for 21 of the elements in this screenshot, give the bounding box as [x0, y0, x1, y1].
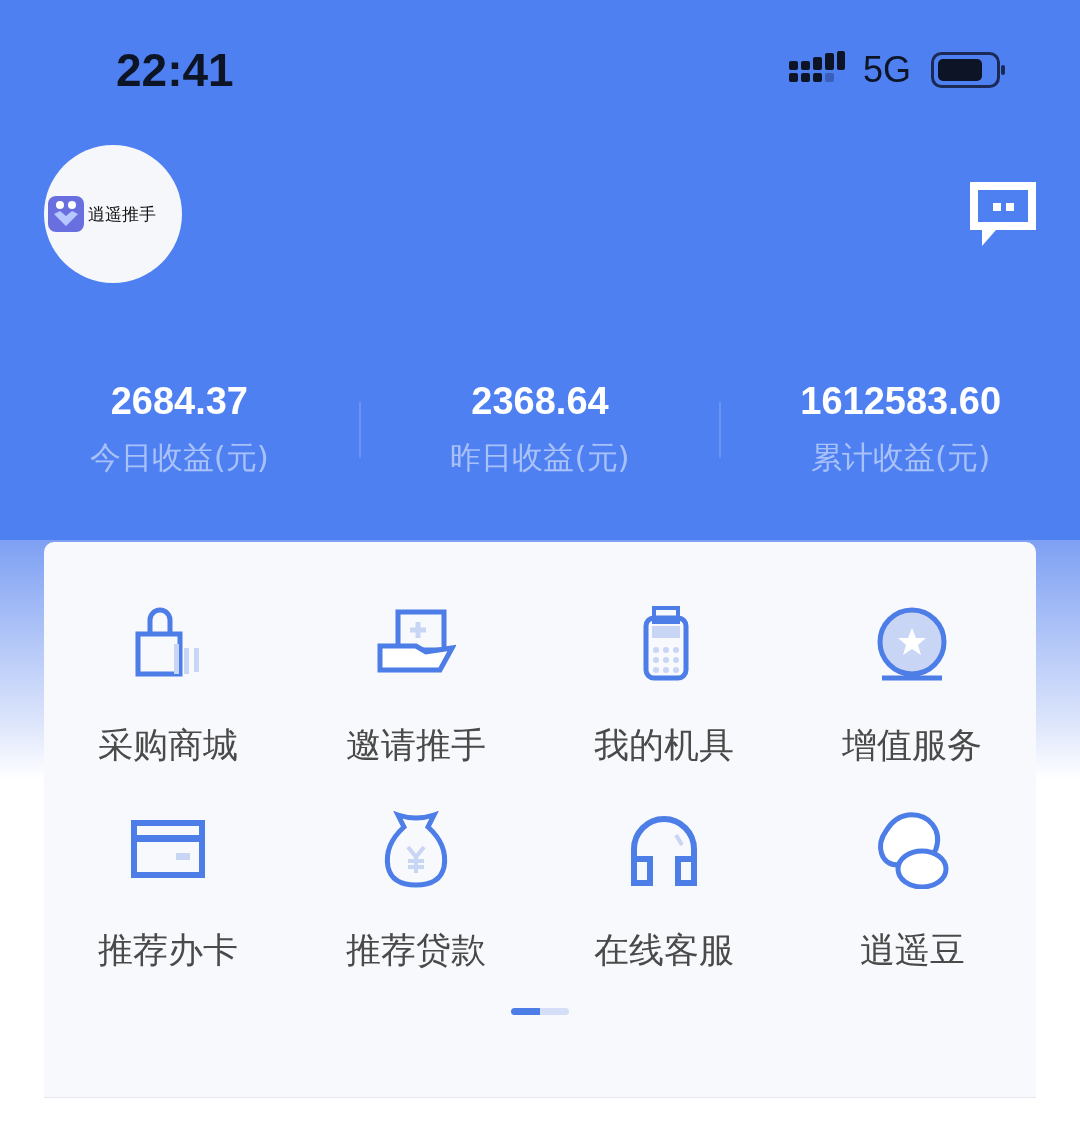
earnings-value: 1612583.60 [800, 380, 1002, 423]
earnings-label: 累计收益(元) [811, 438, 991, 477]
hearts-icon [48, 196, 84, 232]
message-icon[interactable] [968, 180, 1038, 248]
battery-icon [931, 52, 1005, 88]
earnings-value: 2684.37 [110, 380, 248, 423]
menu-item[interactable]: 我的机具 [540, 604, 788, 769]
logo-text: 逍遥推手 [88, 202, 156, 226]
earnings-label: 昨日收益(元) [450, 438, 630, 477]
status-time: 22:41 [116, 43, 234, 97]
network-label: 5G [862, 49, 911, 91]
app-logo[interactable]: 逍遥推手 [44, 145, 182, 283]
earnings-label: 今日收益(元) [89, 438, 269, 477]
menu-item[interactable]: 推荐贷款 [292, 809, 540, 974]
earnings-value: 2368.64 [471, 380, 609, 423]
menu-item[interactable]: 邀请推手 [292, 604, 540, 769]
menu-item[interactable]: 采购商城 [44, 604, 292, 769]
menu-item[interactable]: 推荐办卡 [44, 809, 292, 974]
menu-item[interactable]: 逍遥豆 [788, 809, 1036, 974]
menu-item[interactable]: 增值服务 [788, 604, 1036, 769]
menu-item[interactable]: 在线客服 [540, 809, 788, 974]
